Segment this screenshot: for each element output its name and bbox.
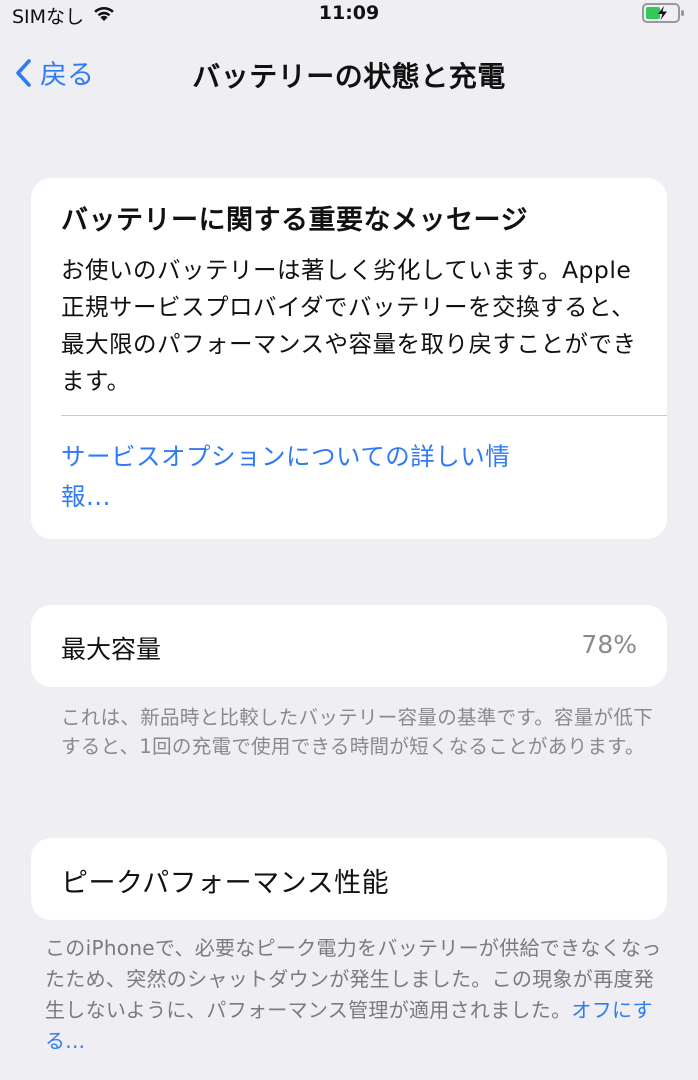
important-message-card: バッテリーに関する重要なメッセージ お使いのバッテリーは著しく劣化しています。A… (31, 178, 667, 539)
capacity-footnote: これは、新品時と比較したバッテリー容量の基準です。容量が低下すると、1回の充電で… (61, 706, 654, 758)
divider (61, 415, 667, 416)
service-options-link[interactable]: サービスオプションについての詳しい情報... (61, 437, 541, 517)
clock: 11:09 (318, 2, 380, 24)
performance-note-text: このiPhoneで、必要なピーク電力をバッテリーが供給できなくなったため、突然の… (45, 936, 662, 1022)
message-title: バッテリーに関する重要なメッセージ (61, 205, 528, 236)
performance-note: このiPhoneで、必要なピーク電力をバッテリーが供給できなくなったため、突然の… (45, 933, 670, 1057)
capacity-label: 最大容量 (61, 635, 162, 664)
maximum-capacity-row: 最大容量 78% (31, 605, 667, 687)
navigation-bar: 戻る バッテリーの状態と充電 (0, 45, 698, 101)
peak-performance-row: ピークパフォーマンス性能 (31, 838, 667, 920)
page-title: バッテリーの状態と充電 (192, 60, 506, 93)
battery-charging-icon (642, 2, 686, 24)
capacity-value: 78% (581, 630, 637, 659)
status-bar: SIMなし 11:09 (0, 0, 698, 28)
performance-label: ピークパフォーマンス性能 (61, 868, 390, 899)
message-body: お使いのバッテリーは著しく劣化しています。Apple正規サービスプロバイダでバッ… (61, 256, 637, 395)
